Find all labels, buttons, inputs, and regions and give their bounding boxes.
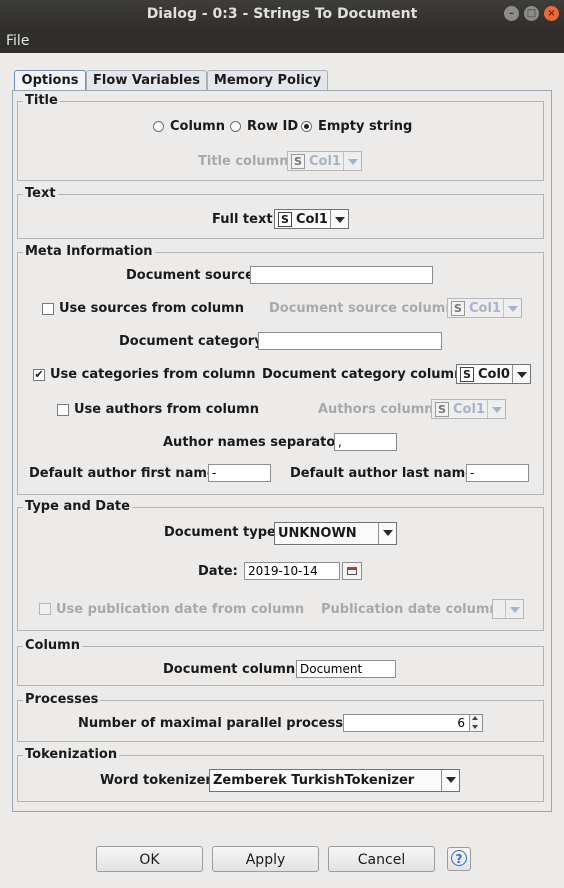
publication-date-column-label: Publication date column xyxy=(321,602,499,617)
default-author-first-name-input[interactable] xyxy=(208,464,271,482)
document-source-column-label: Document source column xyxy=(269,301,455,316)
authors-column-select[interactable]: S Col1 xyxy=(431,399,506,419)
ok-button[interactable]: OK xyxy=(96,846,203,872)
window-title: Dialog - 0:3 - Strings To Document xyxy=(146,6,418,22)
type-date-group-label: Type and Date xyxy=(23,499,132,514)
use-categories-checkbox[interactable]: ✔ xyxy=(33,369,45,381)
document-category-column-value: Col0 xyxy=(478,367,510,382)
document-category-column-label: Document category column xyxy=(262,367,464,382)
chevron-down-icon xyxy=(330,210,348,228)
close-icon[interactable]: × xyxy=(544,6,559,21)
help-icon: ? xyxy=(451,850,467,866)
cancel-button[interactable]: Cancel xyxy=(328,846,435,872)
meta-group-label: Meta Information xyxy=(23,244,155,259)
tab-options[interactable]: Options xyxy=(14,70,86,91)
maximize-icon[interactable]: □ xyxy=(524,6,539,21)
author-separator-input[interactable] xyxy=(334,433,397,451)
document-category-column-select[interactable]: S Col0 xyxy=(456,364,531,384)
window-titlebar: Dialog - 0:3 - Strings To Document – □ × xyxy=(0,0,564,29)
tab-flow-variables[interactable]: Flow Variables xyxy=(86,70,207,90)
title-group: Title xyxy=(17,93,544,181)
radio-row-id[interactable] xyxy=(230,121,241,132)
string-type-icon: S xyxy=(451,301,465,316)
radio-row-id-label: Row ID xyxy=(247,119,299,134)
document-category-label: Document category xyxy=(119,334,263,349)
chevron-down-icon xyxy=(343,152,361,170)
column-group-label: Column xyxy=(23,638,82,653)
title-group-label: Title xyxy=(23,93,60,108)
use-sources-checkbox[interactable] xyxy=(42,303,54,315)
document-source-label: Document source xyxy=(126,268,254,283)
radio-column-label: Column xyxy=(170,119,225,134)
title-column-value: Col1 xyxy=(309,154,341,169)
use-publication-date-label: Use publication date from column xyxy=(56,602,305,617)
use-authors-label: Use authors from column xyxy=(74,402,259,417)
document-source-column-select[interactable]: S Col1 xyxy=(447,298,522,318)
authors-column-value: Col1 xyxy=(453,402,485,417)
chevron-down-icon xyxy=(505,600,523,618)
max-parallel-processes-label: Number of maximal parallel processes xyxy=(78,716,360,731)
spinner-down-icon[interactable] xyxy=(472,725,478,729)
document-type-select[interactable]: UNKNOWN xyxy=(274,522,397,545)
chevron-down-icon xyxy=(441,770,459,791)
processes-group-label: Processes xyxy=(23,692,101,707)
minimize-icon[interactable]: – xyxy=(504,6,519,21)
radio-empty-string-label: Empty string xyxy=(318,119,413,134)
authors-column-label: Authors column xyxy=(318,402,434,417)
date-input[interactable] xyxy=(244,562,340,580)
word-tokenizer-select[interactable]: Zemberek TurkishTokenizer xyxy=(209,769,460,792)
string-type-icon: S xyxy=(435,402,449,417)
string-type-icon: S xyxy=(278,212,292,227)
menu-bar: File xyxy=(0,29,564,53)
default-author-first-name-label: Default author first name xyxy=(29,466,216,481)
document-column-input[interactable] xyxy=(296,660,396,678)
string-type-icon: S xyxy=(460,367,474,382)
tokenization-group-label: Tokenization xyxy=(23,747,120,762)
document-source-column-value: Col1 xyxy=(469,301,501,316)
tab-memory-policy[interactable]: Memory Policy xyxy=(207,70,328,90)
date-label: Date: xyxy=(198,564,238,579)
word-tokenizer-value: Zemberek TurkishTokenizer xyxy=(213,773,415,788)
title-column-select[interactable]: S Col1 xyxy=(287,151,362,171)
radio-column[interactable] xyxy=(153,121,164,132)
radio-empty-string[interactable] xyxy=(301,121,312,132)
default-author-last-name-label: Default author last name xyxy=(290,466,474,481)
spinner-up-icon[interactable] xyxy=(472,716,478,720)
chevron-down-icon xyxy=(512,365,530,383)
help-button[interactable]: ? xyxy=(447,847,471,871)
full-text-value: Col1 xyxy=(296,212,328,227)
document-column-label: Document column: xyxy=(163,662,301,677)
document-source-input[interactable] xyxy=(250,266,433,284)
document-category-input[interactable] xyxy=(258,332,442,350)
document-type-label: Document type xyxy=(164,525,276,540)
full-text-label: Full text xyxy=(212,212,273,227)
calendar-icon[interactable] xyxy=(342,562,362,580)
default-author-last-name-input[interactable] xyxy=(466,464,529,482)
author-separator-label: Author names separator xyxy=(163,435,342,450)
word-tokenizer-label: Word tokenizer xyxy=(100,773,212,788)
apply-button[interactable]: Apply xyxy=(212,846,319,872)
title-column-label: Title column xyxy=(198,154,289,169)
menu-file[interactable]: File xyxy=(6,33,29,49)
use-sources-label: Use sources from column xyxy=(59,301,244,316)
use-categories-label: Use categories from column xyxy=(50,367,256,382)
full-text-select[interactable]: S Col1 xyxy=(274,209,349,229)
max-parallel-processes-input[interactable] xyxy=(343,714,470,732)
publication-date-column-select[interactable] xyxy=(492,599,524,619)
chevron-down-icon xyxy=(487,400,505,418)
use-publication-date-checkbox[interactable] xyxy=(39,603,51,615)
string-type-icon: S xyxy=(291,154,305,169)
chevron-down-icon xyxy=(378,523,396,544)
text-group-label: Text xyxy=(23,186,58,201)
spinner xyxy=(470,714,483,732)
use-authors-checkbox[interactable] xyxy=(57,404,69,416)
chevron-down-icon xyxy=(503,299,521,317)
document-type-value: UNKNOWN xyxy=(278,526,357,541)
